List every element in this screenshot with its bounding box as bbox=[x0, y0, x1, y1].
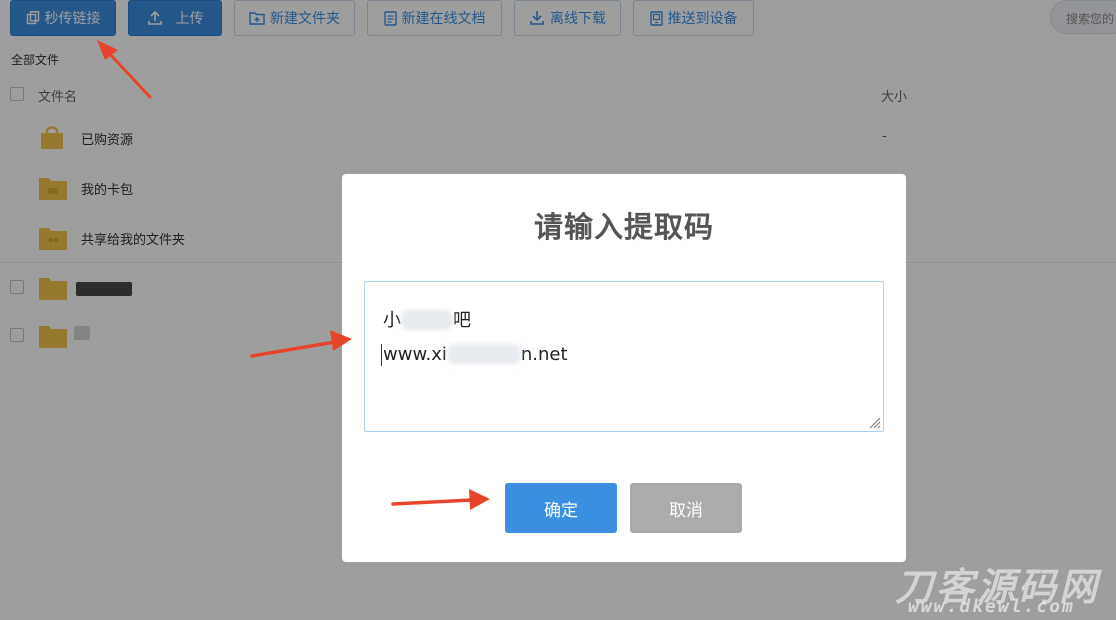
code-text-start: www.xi bbox=[383, 344, 447, 365]
redaction bbox=[401, 310, 453, 330]
code-text-end: n.net bbox=[520, 344, 568, 365]
extract-code-dialog: 请输入提取码 小吧 www.xi n.net 确定 取消 bbox=[342, 174, 906, 562]
extract-code-textarea[interactable]: 小吧 www.xi n.net bbox=[364, 281, 884, 432]
code-line-1: 小吧 bbox=[383, 304, 883, 338]
confirm-button[interactable]: 确定 bbox=[505, 483, 617, 533]
text-caret bbox=[381, 344, 382, 366]
resize-handle-icon[interactable] bbox=[867, 415, 881, 429]
code-text-end: 吧 bbox=[453, 310, 471, 331]
code-text-start: 小 bbox=[383, 310, 401, 331]
dialog-title: 请输入提取码 bbox=[533, 210, 714, 244]
file-manager-page: 秒传链接 上传 新建文件夹 新建在线文档 离线下载 推送到设备 搜索您的 全部文… bbox=[0, 0, 1116, 620]
cancel-button[interactable]: 取消 bbox=[630, 483, 742, 533]
redaction bbox=[446, 344, 521, 364]
code-line-2: www.xi n.net bbox=[381, 338, 883, 372]
watermark-url: www.dkewl.com bbox=[908, 596, 1075, 617]
